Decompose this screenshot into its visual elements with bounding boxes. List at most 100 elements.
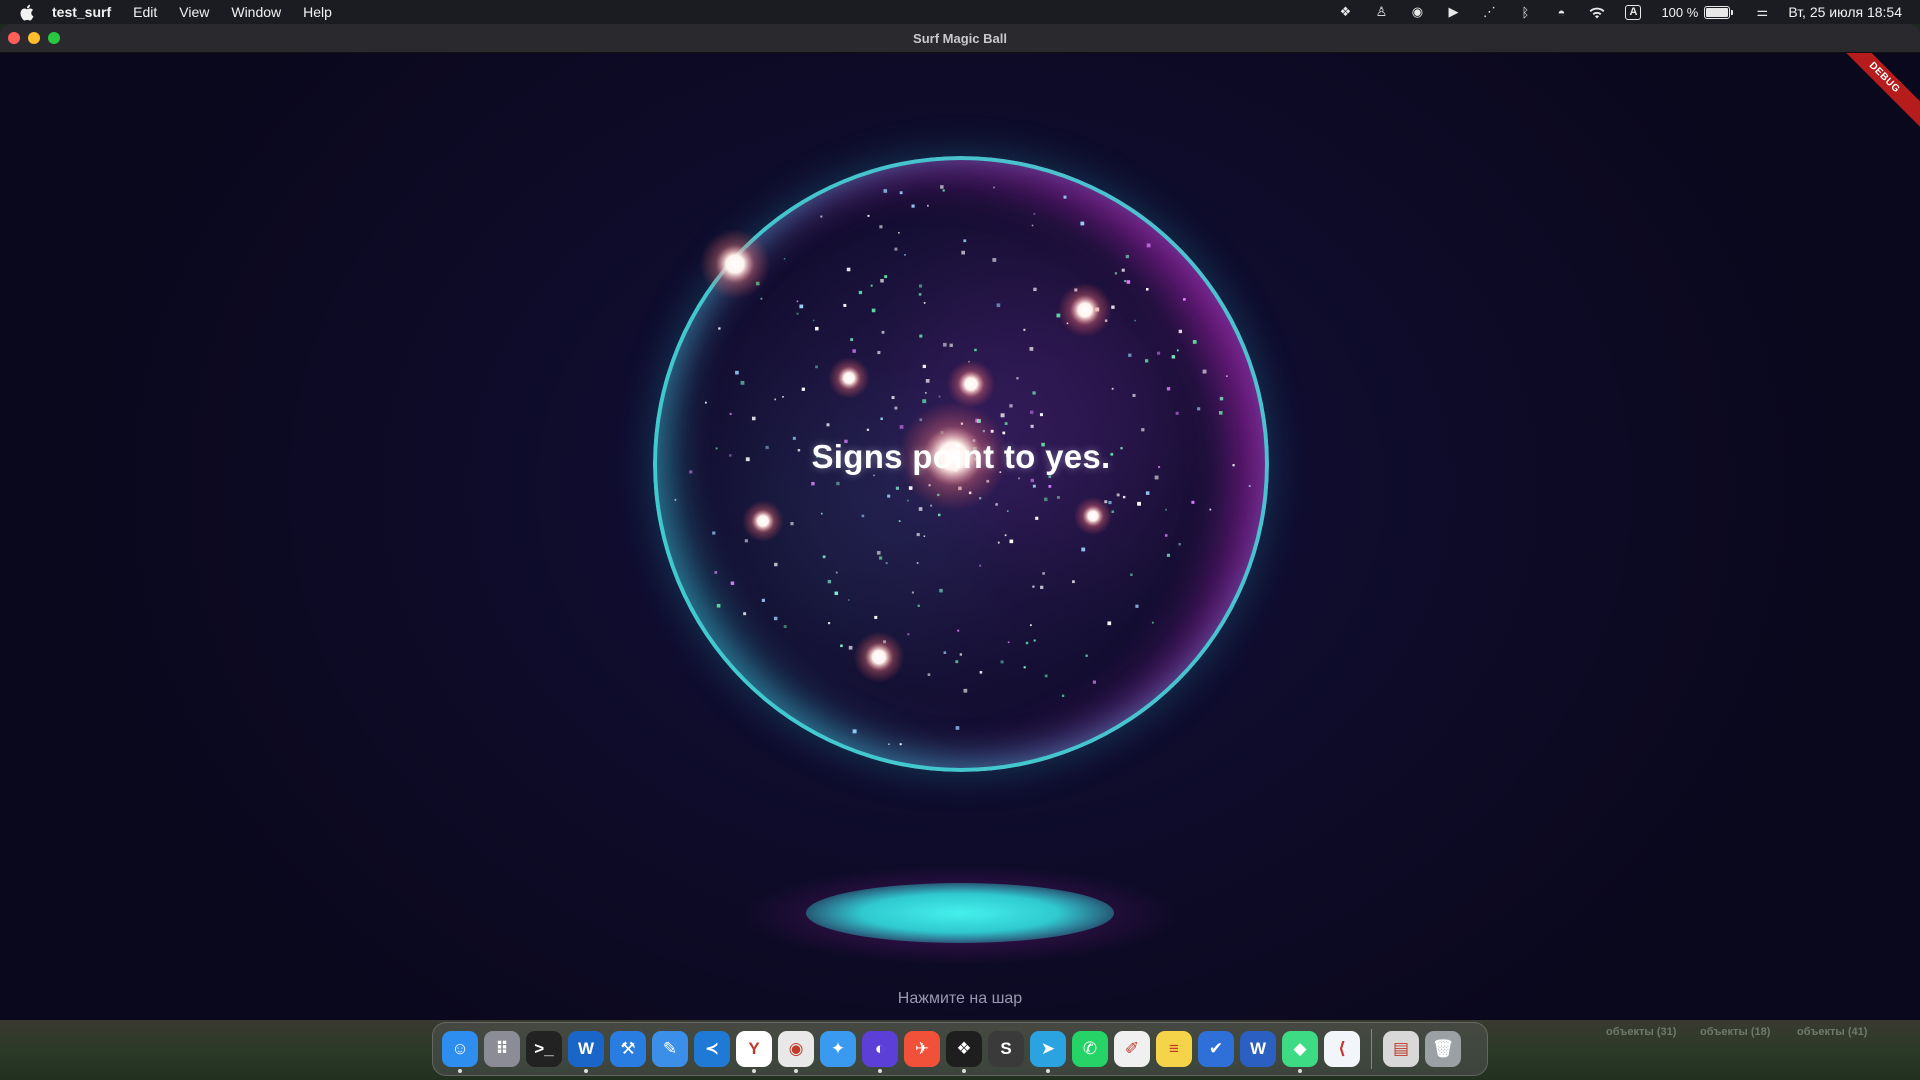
menu-window[interactable]: Window [220,0,292,24]
tap-hint: Нажмите на шар [897,990,1023,1007]
star-particle [1040,585,1044,589]
star-particle [957,629,960,632]
xcode-icon[interactable]: ⚒ [610,1031,646,1067]
star-particle [874,615,878,619]
glowing-star [1057,282,1113,338]
yandex-icon[interactable]: Y [736,1031,772,1073]
apple-icon[interactable] [0,4,52,21]
star-particle [1000,660,1004,664]
star-particle [918,507,923,511]
proton-icon[interactable]: ◐ [862,1031,898,1073]
glowing-star [947,360,995,408]
star-particle [1002,431,1006,435]
star-particle [867,214,870,217]
star-particle [1121,268,1125,272]
star-particle [1000,413,1005,418]
star-particle [1218,411,1223,415]
star-particle [1166,553,1171,557]
minimize-button[interactable] [28,32,40,44]
notes-icon[interactable]: ≡ [1156,1031,1192,1067]
desktop-folder-label[interactable]: объекты (41) [1797,1026,1867,1038]
status-area: ❖ ♙ ◉ ▶ ⋰ ᛒ ◓ A 100 % ⚌ Вт, 25 июля 18:5… [1327,0,1920,24]
menubar-clock[interactable]: Вт, 25 июля 18:54 [1788,4,1902,20]
star-particle [911,591,914,594]
control-center-icon[interactable]: ⚌ [1751,0,1773,24]
bluetooth-icon[interactable]: ᛒ [1514,0,1536,24]
star-particle [846,267,851,272]
star-particle [820,512,823,515]
star-particle [704,401,707,404]
telegram-icon[interactable]: ➤ [1030,1031,1066,1073]
whatsapp-icon[interactable]: ✆ [1072,1031,1108,1067]
star-particle [907,499,909,502]
tasks-icon[interactable]: ✔ [1198,1031,1234,1067]
swift-icon[interactable]: ✈ [904,1031,940,1067]
compass-icon[interactable]: ◉ [1406,0,1428,24]
star-particle [993,186,995,189]
safari-icon[interactable]: ✦ [820,1031,856,1067]
debug-banner: DEBUG [1828,53,1920,134]
window-titlebar[interactable]: Surf Magic Ball [0,24,1920,53]
chrome-icon[interactable]: ◉ [778,1031,814,1073]
star-particle [1111,387,1114,390]
android-studio-icon[interactable]: ◆ [1282,1031,1318,1073]
battery-icon[interactable] [1704,5,1734,19]
menu-help[interactable]: Help [292,0,343,24]
star-particle [812,319,815,322]
documents-stack-icon[interactable]: ▤ [1383,1031,1419,1067]
maximize-button[interactable] [48,32,60,44]
textedit-icon[interactable]: ✐ [1114,1031,1150,1067]
menu-app-name[interactable]: test_surf [52,0,122,24]
star-particle [1183,298,1186,301]
vscode-icon[interactable]: ≺ [694,1031,730,1067]
finder-icon[interactable]: ☺ [442,1031,478,1073]
wifi-icon[interactable] [1586,0,1608,24]
wireshark-icon[interactable]: W [568,1031,604,1073]
star-particle [827,579,832,584]
activity-icon[interactable]: ⋰ [1478,0,1500,24]
menu-view[interactable]: View [168,0,220,24]
glowing-star [742,500,784,542]
word-icon[interactable]: W [1240,1031,1276,1067]
play-icon[interactable]: ▶ [1442,0,1464,24]
star-particle [1132,393,1136,398]
magic-ball[interactable]: Signs point to yes. [653,156,1269,772]
android-icon[interactable]: ♙ [1370,0,1392,24]
star-particle [1032,391,1036,395]
star-particle [876,551,881,555]
glowing-star [699,228,771,300]
flutter-icon[interactable]: ⟨ [1324,1031,1360,1067]
desktop-folder-label[interactable]: объекты (18) [1700,1026,1770,1038]
star-particle [979,671,983,674]
star-particle [1165,508,1167,511]
figma-icon[interactable]: ❖ [1334,0,1356,24]
star-particle [744,539,748,543]
close-button[interactable] [8,32,20,44]
star-particle [1029,347,1034,351]
star-particle [1063,195,1067,199]
star-particle [822,555,826,559]
xcode-tools-icon[interactable]: ✎ [652,1031,688,1067]
sublime-icon[interactable]: S [988,1031,1024,1067]
star-particle [1007,641,1010,644]
desktop-folder-label[interactable]: объекты (31) [1606,1026,1676,1038]
star-particle [880,278,884,283]
terminal-icon[interactable]: >_ [526,1031,562,1067]
launchpad-icon[interactable]: ⠿ [484,1031,520,1067]
star-particle [735,370,739,375]
menu-edit[interactable]: Edit [122,0,168,24]
star-particle [997,541,1000,544]
glowing-star [1073,496,1113,536]
figma-icon[interactable]: ❖ [946,1031,982,1073]
dock-separator [1371,1029,1372,1069]
star-particle [1124,280,1127,283]
star-particle [861,514,865,518]
star-particle [888,743,890,746]
trash-icon[interactable]: 🗑 [1425,1031,1461,1067]
star-particle [1130,573,1133,576]
input-source-icon[interactable]: A [1622,0,1644,24]
focus-icon[interactable]: ◓ [1550,0,1572,24]
glowing-star [853,631,905,683]
star-particle [996,303,1001,308]
star-particle [1108,500,1112,505]
